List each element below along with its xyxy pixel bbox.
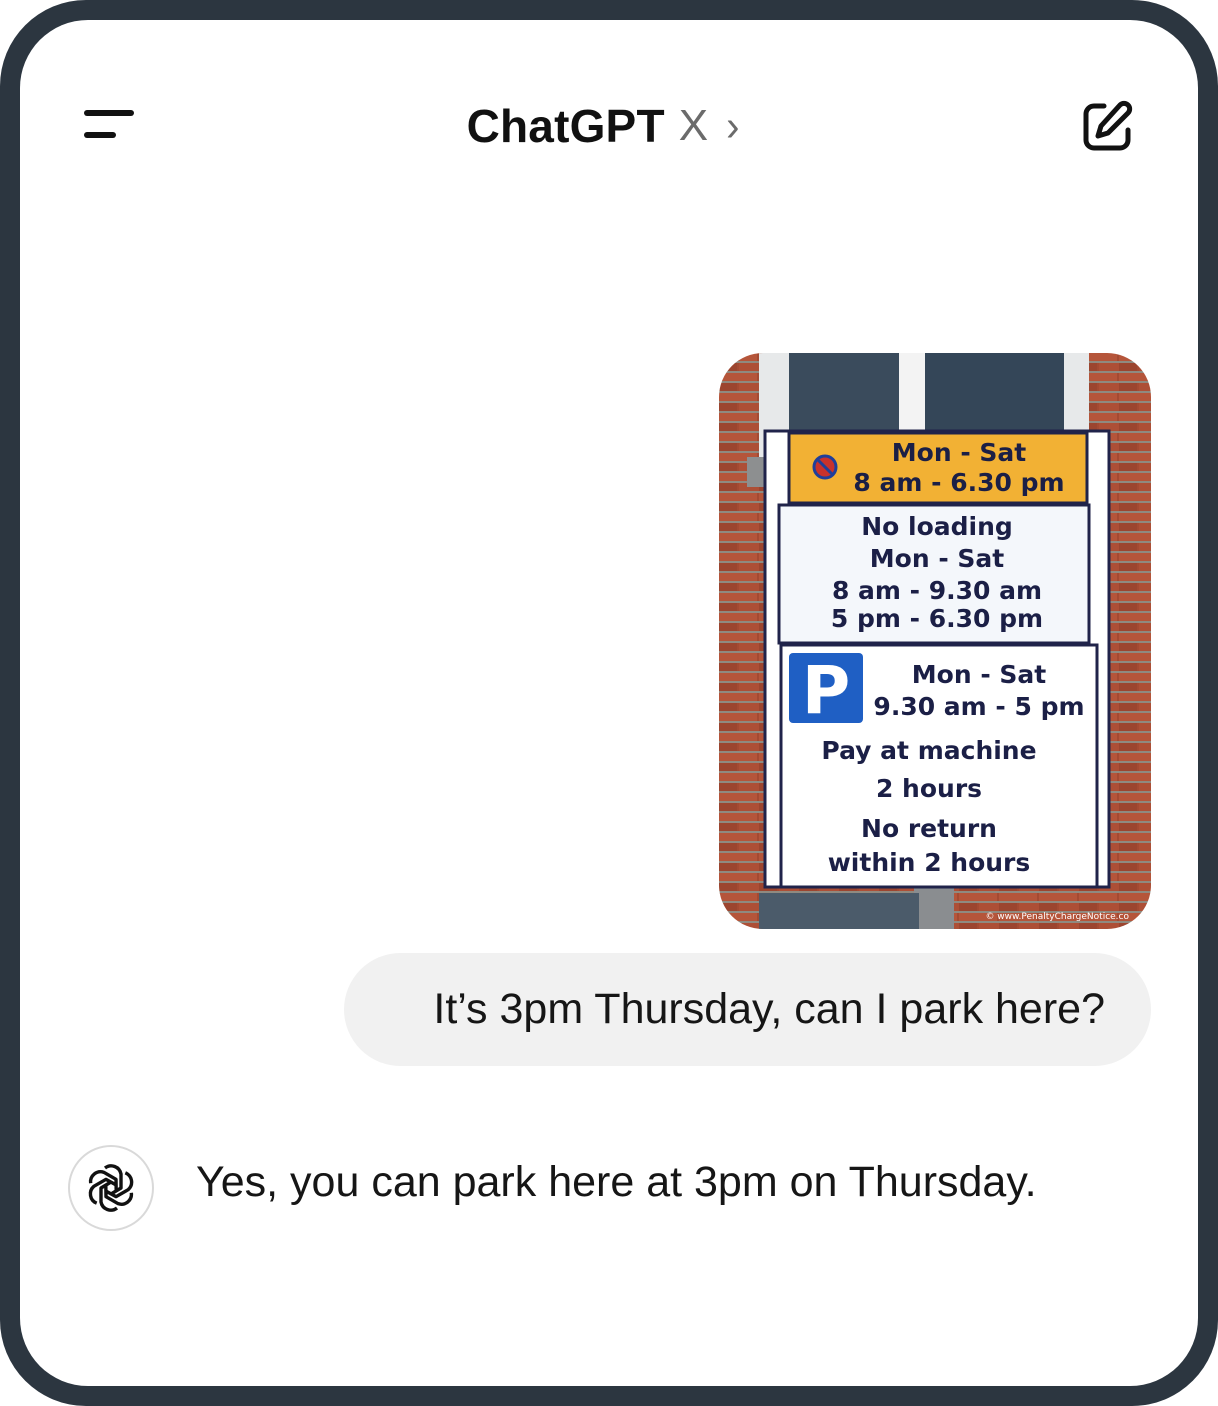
sign-parking-symbol: P [802,652,850,729]
device-frame: ChatGPT X › Mon - Sat 8 am - 6.30 pm No … [0,0,1218,1406]
sign-loading-line-4: 5 pm - 6.30 pm [831,604,1043,633]
model-selector[interactable]: ChatGPT X › [20,96,1192,156]
sign-parking-line-1: Mon - Sat [912,660,1047,689]
assistant-avatar [68,1145,154,1231]
model-suffix: X [678,101,709,150]
image-watermark: © www.PenaltyChargeNotice.co [985,912,1129,922]
user-message-bubble: It’s 3pm Thursday, can I park here? [344,953,1151,1066]
sign-loading-line-3: 8 am - 9.30 am [832,576,1042,605]
sign-parking-line-2: 9.30 am - 5 pm [873,692,1084,721]
sign-loading-line-1: No loading [861,512,1013,541]
app-title: ChatGPT [466,100,665,152]
assistant-message-text: Yes, you can park here at 3pm on Thursda… [196,1158,1037,1206]
sign-top-line-1: Mon - Sat [892,438,1027,467]
sign-rule-line-4: within 2 hours [828,848,1031,877]
openai-logo-icon [88,1164,134,1212]
user-message-text: It’s 3pm Thursday, can I park here? [433,985,1105,1033]
sign-rule-line-2: 2 hours [876,774,982,803]
chat-screen: ChatGPT X › Mon - Sat 8 am - 6.30 pm No … [20,20,1198,1386]
chevron-right-icon: › [726,101,740,150]
parking-sign-photo: Mon - Sat 8 am - 6.30 pm No loading Mon … [719,353,1151,929]
sign-top-line-2: 8 am - 6.30 pm [853,468,1064,497]
sign-loading-line-2: Mon - Sat [870,544,1005,573]
sign-rule-line-1: Pay at machine [821,736,1036,765]
attached-image[interactable]: Mon - Sat 8 am - 6.30 pm No loading Mon … [719,353,1151,929]
compose-icon [1083,100,1133,151]
new-chat-button[interactable] [1080,98,1136,154]
sign-rule-line-3: No return [861,814,997,843]
